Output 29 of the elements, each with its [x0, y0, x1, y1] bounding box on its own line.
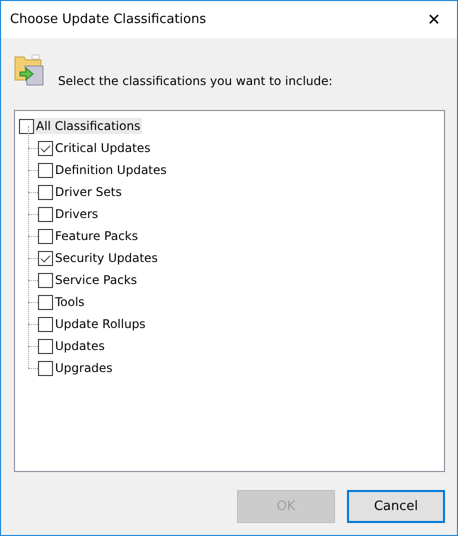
checkbox[interactable]	[38, 162, 53, 178]
tree-item[interactable]: All Classifications	[34, 118, 142, 134]
checkbox[interactable]	[38, 294, 53, 310]
tree-item[interactable]: Service Packs	[53, 272, 140, 288]
checkbox[interactable]	[38, 316, 53, 332]
dialog-button[interactable]: Cancel	[347, 490, 445, 523]
tree-item[interactable]: Feature Packs	[53, 228, 140, 244]
window-title: Choose Update Classifications	[10, 12, 206, 27]
checkbox[interactable]	[38, 184, 53, 200]
tree-item[interactable]: Update Rollups	[53, 316, 148, 332]
tree-item[interactable]: Upgrades	[53, 360, 115, 376]
folder-icon	[14, 53, 46, 87]
tree-item[interactable]: Updates	[53, 338, 107, 354]
checkbox[interactable]	[38, 228, 53, 244]
instruction-text: Select the classifications you want to include:	[58, 74, 333, 88]
tree-item[interactable]: Driver Sets	[53, 184, 124, 200]
close-button[interactable]: ✕	[411, 2, 457, 38]
checkbox[interactable]	[38, 250, 53, 266]
checkbox[interactable]	[38, 360, 53, 376]
tree-item[interactable]: Security Updates	[53, 250, 160, 266]
tree-item[interactable]: Drivers	[53, 206, 100, 222]
checkbox[interactable]	[38, 272, 53, 288]
checkbox[interactable]	[19, 118, 34, 134]
checkbox[interactable]	[38, 140, 53, 156]
checkbox[interactable]	[38, 206, 53, 222]
tree-item[interactable]: Critical Updates	[53, 140, 152, 156]
checkbox[interactable]	[38, 338, 53, 354]
tree-item[interactable]: Tools	[53, 294, 87, 310]
tree-item[interactable]: Definition Updates	[53, 162, 169, 178]
